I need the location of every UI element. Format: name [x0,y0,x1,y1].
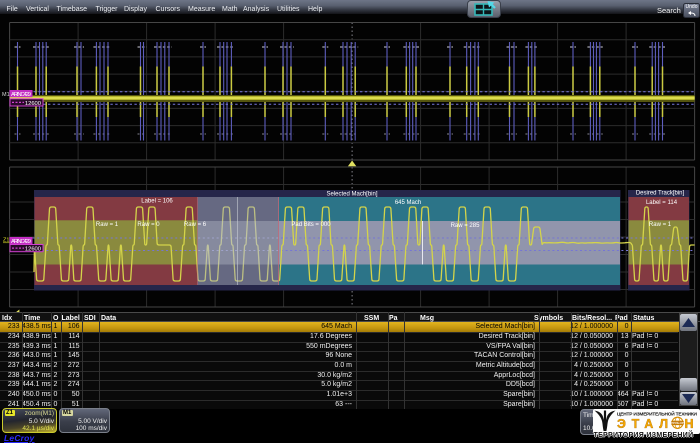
svg-text:Pad Bits = 000: Pad Bits = 000 [291,222,331,228]
svg-text:Raw = 0: Raw = 0 [137,222,160,228]
svg-text:ПРИБОР: ПРИБОР [671,421,684,425]
svg-text:Raw = 1: Raw = 1 [96,222,119,228]
svg-text:645 Mach: 645 Mach [395,200,421,206]
svg-text:12600: 12600 [25,247,41,253]
svg-text:M1: M1 [2,92,10,98]
svg-text:Н: Н [684,417,693,431]
svg-text:ARINC429: ARINC429 [11,239,31,245]
svg-text:Selected Mach[bin]: Selected Mach[bin] [326,192,377,198]
svg-text:Raw = 1: Raw = 1 [649,222,672,228]
svg-text:12600: 12600 [25,101,41,107]
svg-text:ЭТАЛ: ЭТАЛ [617,417,668,431]
svg-text:Raw = 6: Raw = 6 [184,222,207,228]
svg-text:Label = 106: Label = 106 [141,199,173,205]
svg-text:ARINC429: ARINC429 [11,92,31,98]
svg-text:Raw = 285: Raw = 285 [451,223,481,229]
svg-text:Z1: Z1 [3,238,9,244]
svg-text:Label = 114: Label = 114 [646,200,678,206]
svg-text:Desired Track[bin]: Desired Track[bin] [636,191,685,197]
